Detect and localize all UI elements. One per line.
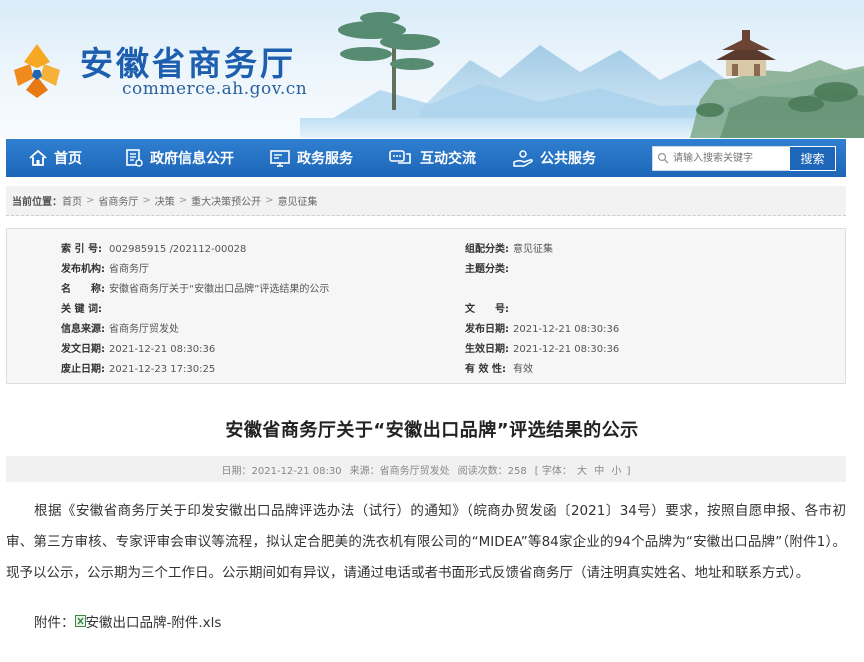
- search-box: 搜索: [652, 146, 836, 171]
- meta-effective-date: 生效日期: 2021-12-21 08:30:36: [465, 344, 620, 355]
- meta-publish-date: 发布日期: 2021-12-21 08:30:36: [465, 324, 620, 335]
- nav-item-label: 公共服务: [540, 151, 596, 167]
- meta-topic: 主题分类:: [465, 264, 509, 275]
- font-small-button[interactable]: 小: [611, 466, 621, 477]
- nav-item-label: 政府信息公开: [150, 151, 234, 167]
- excel-file-icon: [74, 615, 86, 627]
- article-info-bar: 日期：2021-12-21 08:30 来源：省商务厅贸发处 阅读次数：258 …: [6, 456, 846, 482]
- attachment-link[interactable]: 安徽出口品牌-附件.xls: [86, 611, 222, 631]
- nav-item-home[interactable]: 首页: [28, 139, 82, 177]
- article-date: 日期：2021-12-21 08:30: [221, 465, 342, 477]
- hand-service-icon: [513, 150, 533, 167]
- search-button[interactable]: 搜索: [790, 146, 836, 171]
- search-input[interactable]: [652, 146, 790, 171]
- breadcrumb-link-dept[interactable]: 省商务厅: [98, 193, 138, 208]
- attachment-label: 附件：: [34, 615, 75, 631]
- article-views: 阅读次数：258: [457, 465, 527, 477]
- chat-icon: [389, 150, 411, 164]
- breadcrumb-link-home[interactable]: 首页: [62, 193, 82, 208]
- meta-validity: 有 效 性: 有效: [465, 364, 533, 375]
- font-size-bracket: ]: [626, 465, 631, 477]
- meta-category: 组配分类: 意见征集: [465, 244, 553, 255]
- breadcrumb-separator: >: [142, 195, 151, 206]
- font-medium-button[interactable]: 中: [594, 466, 604, 477]
- site-logo-icon: [14, 44, 60, 98]
- header-banner: 安徽省商务厅 commerce.ah.gov.cn: [0, 0, 864, 138]
- font-large-button[interactable]: 大: [577, 466, 587, 477]
- meta-expiry-date: 废止日期: 2021-12-23 17:30:25: [61, 364, 216, 375]
- nav-item-gov-service[interactable]: 政务服务: [269, 139, 353, 177]
- document-icon: [126, 149, 143, 167]
- article-source: 来源：省商务厅贸发处: [349, 465, 450, 477]
- breadcrumb-separator: >: [265, 195, 274, 206]
- nav-item-interaction[interactable]: 互动交流: [388, 139, 476, 177]
- main-nav: 首页 政府信息公开 政务服务 互动交流 公共服务 搜索: [6, 139, 846, 177]
- meta-issue-date: 发文日期: 2021-12-21 08:30:36: [61, 344, 216, 355]
- nav-item-label: 首页: [54, 151, 82, 167]
- nav-item-label: 政务服务: [297, 151, 353, 167]
- breadcrumb: 当前位置： 首页 > 省商务厅 > 决策 > 重大决策预公开 > 意见征集: [6, 186, 846, 216]
- breadcrumb-separator: >: [86, 195, 95, 206]
- breadcrumb-link-opinion[interactable]: 意见征集: [278, 193, 318, 208]
- breadcrumb-link-preview[interactable]: 重大决策预公开: [191, 193, 261, 208]
- meta-index-no: 索 引 号: 002985915 /202112-00028: [61, 244, 247, 255]
- nav-item-label: 互动交流: [420, 151, 476, 167]
- breadcrumb-label: 当前位置：: [12, 197, 62, 208]
- nav-item-public-service[interactable]: 公共服务: [512, 139, 596, 177]
- meta-source: 信息来源: 省商务厅贸发处: [61, 324, 179, 335]
- search-icon: [657, 152, 669, 164]
- site-title: 安徽省商务厅: [80, 44, 296, 83]
- monitor-icon: [270, 150, 290, 167]
- attachment-line: 附件： 安徽出口品牌-附件.xls: [34, 611, 221, 631]
- article-body: 根据《安徽省商务厅关于印发安徽出口品牌评选办法（试行）的通知》（皖商办贸发函〔2…: [6, 496, 846, 589]
- meta-name: 名 称: 安徽省商务厅关于“安徽出口品牌”评选结果的公示: [61, 284, 330, 295]
- meta-keywords: 关 键 词:: [61, 304, 102, 315]
- font-size-label: [ 字体：: [534, 465, 572, 477]
- article-title: 安徽省商务厅关于“安徽出口品牌”评选结果的公示: [225, 420, 639, 441]
- site-domain: commerce.ah.gov.cn: [122, 79, 308, 99]
- pavilion-icon: [716, 30, 776, 76]
- font-size-control: [ 字体： 大 中 小 ]: [535, 462, 631, 477]
- meta-doc-no: 文 号:: [465, 304, 509, 315]
- nav-item-gov-info[interactable]: 政府信息公开: [124, 139, 234, 177]
- home-icon: [29, 149, 47, 166]
- meta-publisher: 发布机构: 省商务厅: [61, 264, 149, 275]
- document-meta-box: 索 引 号: 002985915 /202112-00028 组配分类: 意见征集 …: [6, 228, 846, 384]
- breadcrumb-link-decision[interactable]: 决策: [155, 193, 175, 208]
- breadcrumb-separator: >: [178, 195, 188, 206]
- article-paragraph: 根据《安徽省商务厅关于印发安徽出口品牌评选办法（试行）的通知》（皖商办贸发函〔2…: [6, 503, 846, 581]
- search-field-wrap: [652, 146, 790, 171]
